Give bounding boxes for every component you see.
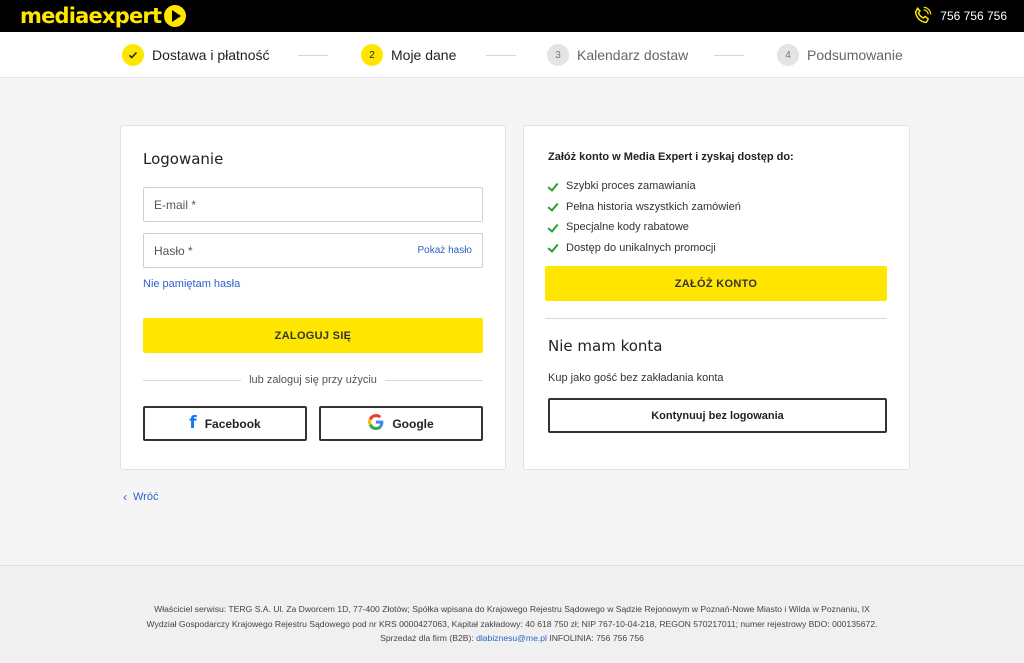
top-bar: media expert 756 756 756: [0, 0, 1024, 32]
login-title: Logowanie: [143, 150, 224, 168]
logo-text-media: media: [20, 4, 89, 28]
step-number: 4: [777, 44, 799, 66]
benefit-item: Specjalne kody rabatowe: [548, 217, 741, 238]
step-summary: 4 Podsumowanie: [777, 44, 903, 66]
footer-line-3: Sprzedaż dla firm (B2B): dlabiznesu@me.p…: [0, 631, 1024, 646]
benefit-item: Pełna historia wszystkich zamówień: [548, 197, 741, 218]
register-card: Załóż konto w Media Expert i zyskaj dost…: [523, 125, 910, 470]
email-field[interactable]: E-mail *: [143, 187, 483, 222]
chevron-left-icon: ‹: [123, 490, 127, 504]
step-number: 3: [547, 44, 569, 66]
register-lead: Załóż konto w Media Expert i zyskaj dost…: [548, 151, 794, 163]
step-number: 2: [361, 44, 383, 66]
phone-number: 756 756 756: [940, 9, 1007, 23]
check-icon: [548, 223, 560, 232]
login-button[interactable]: ZALOGUJ SIĘ: [143, 318, 483, 353]
divider-text: lub zaloguj się przy użyciu: [249, 374, 377, 386]
login-card: Logowanie E-mail * Hasło * Pokaż hasło N…: [120, 125, 506, 470]
step-delivery-calendar: 3 Kalendarz dostaw: [547, 44, 688, 66]
back-link[interactable]: ‹ Wróć: [123, 490, 158, 504]
b2b-email-link[interactable]: dlabiznesu@me.pl: [476, 633, 547, 643]
check-icon: [548, 202, 560, 211]
divider: [545, 318, 887, 319]
google-login-button[interactable]: Google: [319, 406, 483, 441]
benefit-item: Szybki proces zamawiania: [548, 176, 741, 197]
footer-legal: Właściciel serwisu: TERG S.A. Ul. Za Dwo…: [0, 602, 1024, 646]
b2b-label: Sprzedaż dla firm (B2B):: [380, 633, 474, 643]
step-my-data: 2 Moje dane: [361, 44, 456, 66]
back-label: Wróć: [133, 491, 159, 503]
step-delivery-payment[interactable]: Dostawa i płatność: [122, 44, 270, 66]
play-circle-icon: [164, 5, 187, 27]
facebook-label: Facebook: [204, 416, 261, 431]
step-separator: [298, 55, 328, 56]
password-field[interactable]: Hasło * Pokaż hasło: [143, 233, 483, 268]
benefit-item: Dostęp do unikalnych promocji: [548, 238, 741, 259]
step-separator: [486, 55, 516, 56]
phone-contact[interactable]: 756 756 756: [912, 0, 1007, 32]
logo-text-expert: expert: [88, 4, 162, 28]
benefit-text: Specjalne kody rabatowe: [566, 221, 689, 234]
no-account-title: Nie mam konta: [548, 337, 663, 355]
media-expert-logo[interactable]: media expert: [20, 3, 187, 29]
forgot-password-link[interactable]: Nie pamiętam hasła: [143, 278, 240, 290]
benefit-text: Szybki proces zamawiania: [566, 180, 696, 193]
check-icon: [548, 182, 560, 191]
step-label: Moje dane: [391, 47, 457, 63]
phone-icon: [912, 6, 932, 26]
guest-description: Kup jako gość bez zakładania konta: [548, 372, 724, 384]
step-label: Kalendarz dostaw: [577, 47, 689, 63]
facebook-login-button[interactable]: f Facebook: [143, 406, 307, 441]
check-icon: [122, 44, 144, 66]
footer: Właściciel serwisu: TERG S.A. Ul. Za Dwo…: [0, 565, 1024, 663]
benefit-text: Dostęp do unikalnych promocji: [566, 241, 716, 254]
step-label: Podsumowanie: [807, 47, 903, 63]
email-placeholder: E-mail *: [154, 197, 197, 212]
footer-line-2: Wydział Gospodarczy Krajowego Rejestru S…: [146, 618, 878, 629]
google-icon: [368, 414, 384, 433]
create-account-button[interactable]: ZAŁÓŻ KONTO: [545, 266, 887, 301]
checkout-steps: Dostawa i płatność 2 Moje dane 3 Kalenda…: [0, 32, 1024, 78]
footer-line-1: Właściciel serwisu: TERG S.A. Ul. Za Dwo…: [154, 604, 870, 614]
google-label: Google: [392, 416, 434, 431]
facebook-icon: f: [189, 413, 197, 433]
hotline-text: INFOLINIA: 756 756 756: [549, 633, 644, 643]
social-login-divider: lub zaloguj się przy użyciu: [143, 373, 483, 387]
benefit-text: Pełna historia wszystkich zamówień: [566, 200, 741, 213]
password-placeholder: Hasło *: [154, 243, 193, 258]
continue-as-guest-button[interactable]: Kontynuuj bez logowania: [548, 398, 887, 433]
check-icon: [548, 243, 560, 252]
step-label: Dostawa i płatność: [152, 47, 270, 63]
step-separator: [714, 55, 744, 56]
show-password-link[interactable]: Pokaż hasło: [418, 245, 472, 256]
benefits-list: Szybki proces zamawiania Pełna historia …: [548, 176, 741, 258]
